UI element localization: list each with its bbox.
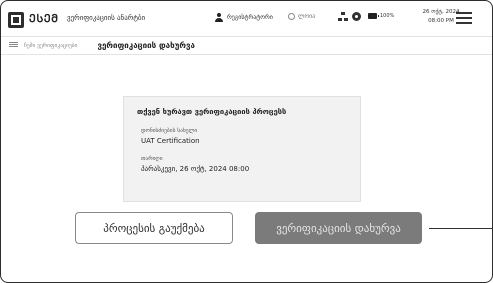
summary-card: თქვენ ხურავთ ვერიფიკაციის პროცესს დონისძ… [123,96,361,202]
battery-status: 100% [368,13,394,19]
settings-gear-icon[interactable] [352,12,361,21]
breadcrumb: ჩემი ვერიფიკაციები ვერიფიკაციის დახურვა [9,41,195,50]
network-icon[interactable] [338,12,349,22]
language-selector[interactable]: ლოია [288,13,315,20]
logo-text: ᲔᲡᲔᲛ [29,12,59,25]
battery-level: 100% [380,13,395,19]
cancel-process-button[interactable]: პროცესის გაუქმება [75,212,233,244]
date-value: პარასკევი, 26 ოქტ, 2024 08:00 [141,165,250,173]
app-title: ვერიფიკაციის ანარტბი [67,14,146,22]
date-label: თარიღი [141,156,163,162]
page-title: ვერიფიკაციის დახურვა [97,41,195,50]
list-icon [9,42,18,49]
pointer-line [429,228,492,229]
user-menu[interactable]: რეგისტრატორი [215,13,273,22]
event-name-value: UAT Certification [141,137,200,145]
top-bar: ᲔᲡᲔᲛ ვერიფიკაციის ანარტბი რეგისტრატორი ლ… [1,1,492,37]
breadcrumb-previous[interactable]: ჩემი ვერიფიკაციები [24,43,77,49]
language-label: ლოია [298,13,316,20]
hamburger-menu-icon[interactable] [456,12,472,24]
header-divider [1,54,492,55]
close-verification-button[interactable]: ვერიფიკაციის დახურვა [255,212,422,244]
event-name-label: დონისძიების სახელი [141,128,198,134]
globe-icon [288,13,295,20]
logo-icon [8,12,24,28]
card-title: თქვენ ხურავთ ვერიფიკაციის პროცესს [137,107,287,116]
battery-icon [368,13,379,19]
app-window: ᲔᲡᲔᲛ ვერიფიკაციის ანარტბი რეგისტრატორი ლ… [0,0,493,283]
user-name: რეგისტრატორი [227,14,273,21]
user-icon [215,13,223,22]
